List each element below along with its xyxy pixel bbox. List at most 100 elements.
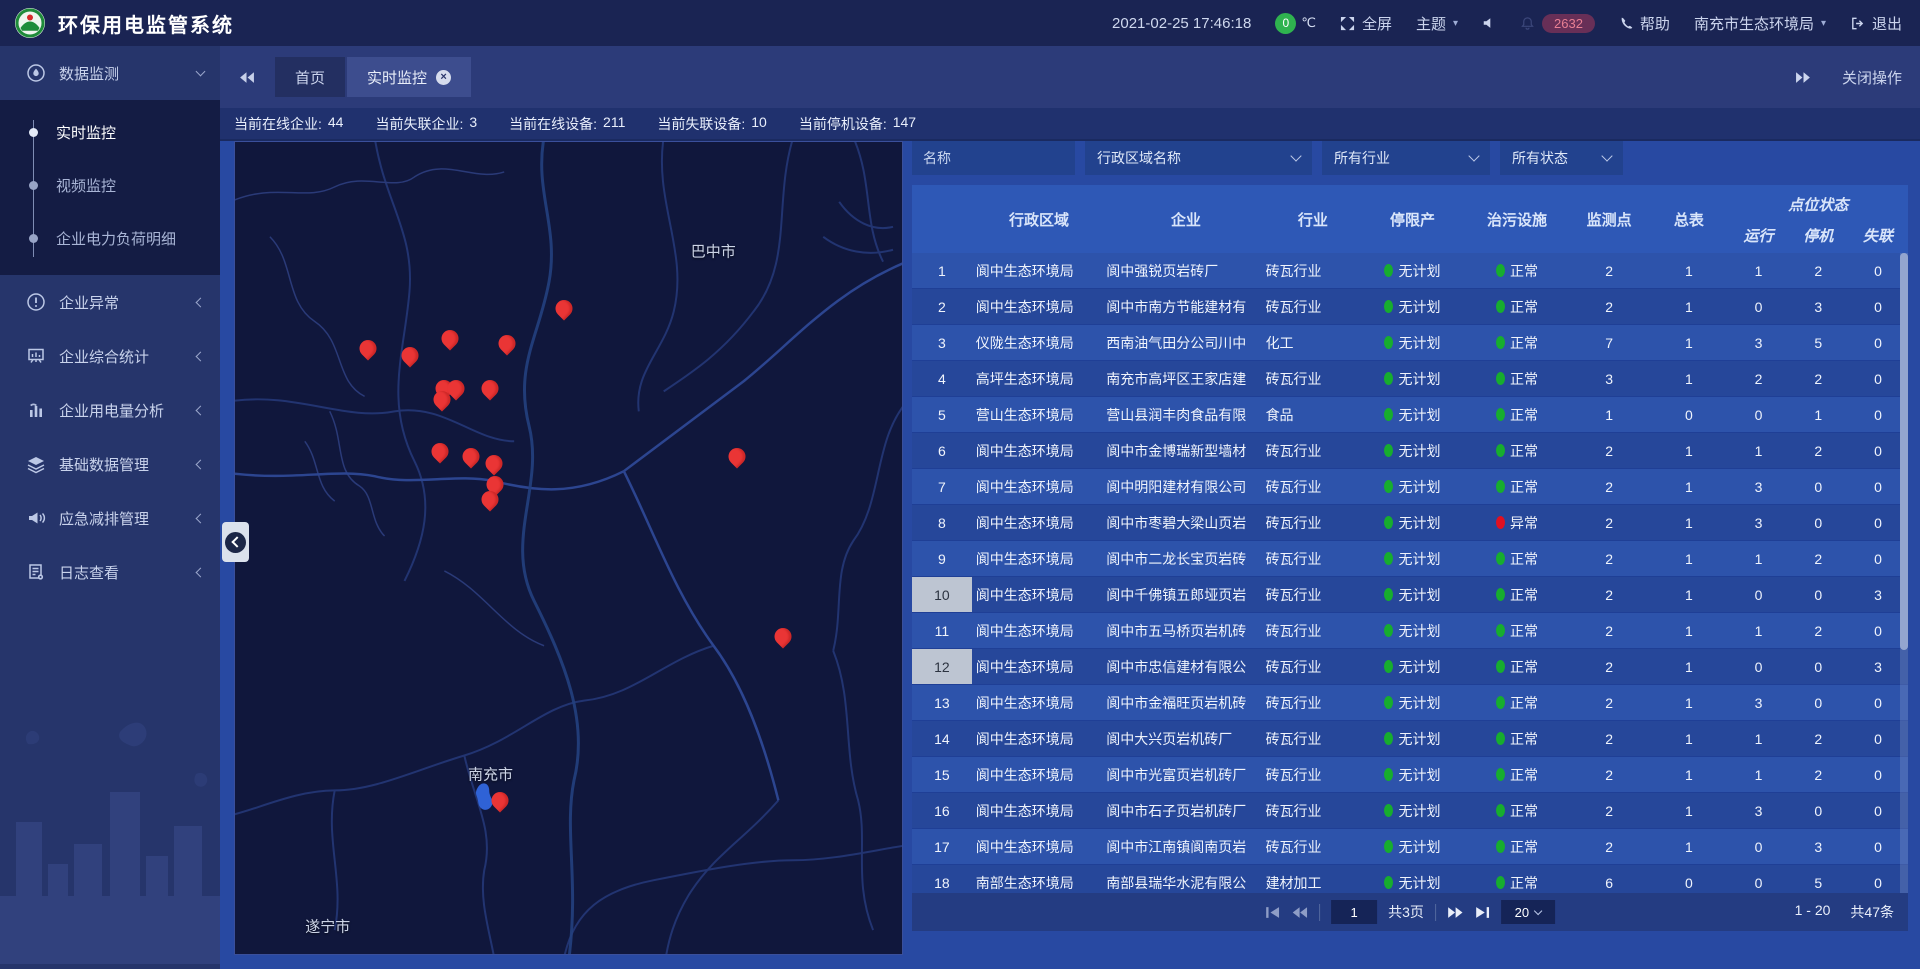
previous-page-button[interactable] (1291, 906, 1308, 919)
page-number-input[interactable]: 1 (1331, 900, 1377, 924)
logout-button[interactable]: 退出 (1850, 13, 1902, 34)
theme-dropdown[interactable]: 主题 ▾ (1416, 13, 1458, 34)
table-row[interactable]: 4高坪生态环境局南充市高坪区王家店建砖瓦行业无计划正常31220 (912, 361, 1908, 397)
cell-facility-status: 正常 (1465, 397, 1570, 432)
cell-stopped: 0 (1788, 685, 1848, 720)
cell-total-meters: 1 (1649, 685, 1729, 720)
cell-running: 0 (1729, 397, 1789, 432)
sidebar-item-emergency-reduction-management[interactable]: 应急减排管理 (0, 491, 220, 545)
cell-stopped: 0 (1788, 577, 1848, 612)
table-row[interactable]: 16阆中生态环境局阆中市石子页岩机砖厂砖瓦行业无计划正常21300 (912, 793, 1908, 829)
cell-monitor-points: 2 (1569, 649, 1649, 684)
map-panel[interactable]: 巴中市南充市遂宁市 (234, 141, 903, 955)
cell-facility-status: 异常 (1465, 505, 1570, 540)
table-row[interactable]: 2阆中生态环境局阆中市南方节能建材有砖瓦行业无计划正常21030 (912, 289, 1908, 325)
tab-scroll-left-button[interactable] (238, 71, 255, 84)
fullscreen-button[interactable]: 全屏 (1340, 13, 1392, 34)
cell-facility-status: 正常 (1465, 469, 1570, 504)
help-button[interactable]: 帮助 (1619, 13, 1670, 34)
next-page-button[interactable] (1447, 906, 1464, 919)
status-filter-select[interactable]: 所有状态 (1500, 141, 1623, 175)
cell-disconnected: 0 (1848, 397, 1908, 432)
notifications-button[interactable]: 2632 (1520, 14, 1595, 33)
cell-industry: 砖瓦行业 (1266, 613, 1361, 648)
table-row[interactable]: 3仪陇生态环境局西南油气田分公司川中化工无计划正常71350 (912, 325, 1908, 361)
cell-industry: 砖瓦行业 (1266, 757, 1361, 792)
chevron-down-icon (1468, 150, 1479, 161)
sidebar-item-log-view[interactable]: 日志查看 (0, 545, 220, 599)
cell-index: 16 (912, 793, 972, 828)
header-region[interactable]: 行政区域 (972, 185, 1106, 253)
table-row[interactable]: 6阆中生态环境局阆中市金博瑞新型墙材砖瓦行业无计划正常21120 (912, 433, 1908, 469)
cell-running: 0 (1729, 289, 1789, 324)
org-dropdown[interactable]: 南充市生态环境局 ▾ (1694, 13, 1826, 34)
table-row[interactable]: 11阆中生态环境局阆中市五马桥页岩机砖砖瓦行业无计划正常21120 (912, 613, 1908, 649)
sidebar-item-video-monitoring[interactable]: 视频监控 (0, 159, 220, 212)
table-row[interactable]: 14阆中生态环境局阆中大兴页岩机砖厂砖瓦行业无计划正常21120 (912, 721, 1908, 757)
cell-total-meters: 1 (1649, 613, 1729, 648)
header-production-limit[interactable]: 停限产 (1360, 185, 1465, 253)
sound-toggle-button[interactable] (1482, 16, 1496, 30)
tab-close-icon[interactable]: × (436, 70, 451, 85)
header-industry[interactable]: 行业 (1266, 185, 1361, 253)
chevron-down-icon: ▾ (1821, 18, 1826, 29)
cell-industry: 食品 (1266, 397, 1361, 432)
header-monitor-points[interactable]: 监测点 (1569, 185, 1649, 253)
region-filter-select[interactable]: 行政区域名称 (1085, 141, 1312, 175)
header-stopped[interactable]: 停机 (1788, 217, 1848, 253)
last-page-button[interactable] (1475, 906, 1490, 919)
close-actions-button[interactable]: 关闭操作 (1842, 67, 1902, 88)
page-size-select[interactable]: 20 (1501, 900, 1555, 924)
cell-total-meters: 1 (1649, 757, 1729, 792)
sidebar-item-basic-data-management[interactable]: 基础数据管理 (0, 437, 220, 491)
tab-home[interactable]: 首页 (275, 57, 345, 97)
sidebar-item-data-monitoring[interactable]: 数据监测 (0, 46, 220, 100)
scrollbar-thumb[interactable] (1900, 253, 1908, 650)
status-dot-icon (1384, 804, 1393, 817)
table-row[interactable]: 12阆中生态环境局阆中市忠信建材有限公砖瓦行业无计划正常21003 (912, 649, 1908, 685)
sidebar-item-enterprise-statistics[interactable]: 企业综合统计 (0, 329, 220, 383)
cell-running: 3 (1729, 685, 1789, 720)
status-dot-icon (1384, 552, 1393, 565)
cell-running: 0 (1729, 577, 1789, 612)
table-row[interactable]: 15阆中生态环境局阆中市光富页岩机砖厂砖瓦行业无计划正常21120 (912, 757, 1908, 793)
table-row[interactable]: 9阆中生态环境局阆中市二龙长宝页岩砖砖瓦行业无计划正常21120 (912, 541, 1908, 577)
industry-filter-select[interactable]: 所有行业 (1322, 141, 1490, 175)
status-dot-icon (1384, 876, 1393, 889)
first-page-button[interactable] (1265, 906, 1280, 919)
header-running[interactable]: 运行 (1729, 217, 1789, 253)
sidebar-item-enterprise-abnormal[interactable]: 企业异常 (0, 275, 220, 329)
table-scrollbar[interactable] (1900, 253, 1908, 893)
sidebar-item-enterprise-power-load-detail[interactable]: 企业电力负荷明细 (0, 212, 220, 265)
table-row[interactable]: 13阆中生态环境局阆中市金福旺页岩机砖砖瓦行业无计划正常21300 (912, 685, 1908, 721)
sidebar-item-realtime-monitoring[interactable]: 实时监控 (0, 106, 220, 159)
name-filter-input[interactable] (912, 141, 1075, 175)
help-label: 帮助 (1640, 13, 1670, 34)
table-row[interactable]: 18南部生态环境局南部县瑞华水泥有限公建材加工无计划正常60050 (912, 865, 1908, 893)
header-index (912, 185, 972, 253)
stats-board-icon (26, 346, 46, 366)
sidebar-item-enterprise-power-analysis[interactable]: 企业用电量分析 (0, 383, 220, 437)
header-total-meters[interactable]: 总表 (1649, 185, 1729, 253)
table-row[interactable]: 10阆中生态环境局阆中千佛镇五郎垭页岩砖瓦行业无计划正常21003 (912, 577, 1908, 613)
table-row[interactable]: 7阆中生态环境局阆中明阳建材有限公司砖瓦行业无计划正常21300 (912, 469, 1908, 505)
status-dot-icon (1496, 624, 1505, 637)
table-row[interactable]: 1阆中生态环境局阆中强锐页岩砖厂砖瓦行业无计划正常21120 (912, 253, 1908, 289)
stat-online-companies: 当前在线企业:44 (234, 114, 343, 134)
table-row[interactable]: 8阆中生态环境局阆中市枣碧大梁山页岩砖瓦行业无计划异常21300 (912, 505, 1908, 541)
header-company[interactable]: 企业 (1106, 185, 1265, 253)
tab-realtime-monitoring[interactable]: 实时监控× (347, 57, 471, 97)
phone-icon (1619, 16, 1633, 30)
tab-scroll-right-button[interactable] (1795, 71, 1812, 84)
stats-bar: 当前在线企业:44当前失联企业:3当前在线设备:211当前失联设备:10当前停机… (220, 108, 1920, 141)
cell-monitor-points: 2 (1569, 469, 1649, 504)
cell-running: 0 (1729, 649, 1789, 684)
cell-total-meters: 1 (1649, 253, 1729, 288)
table-row[interactable]: 17阆中生态环境局阆中市江南镇阆南页岩砖瓦行业无计划正常21030 (912, 829, 1908, 865)
header-disconnected[interactable]: 失联 (1848, 217, 1908, 253)
cell-region: 阆中生态环境局 (972, 253, 1106, 288)
map-collapse-button[interactable] (222, 522, 249, 562)
table-row[interactable]: 5营山生态环境局营山县润丰肉食品有限食品无计划正常10010 (912, 397, 1908, 433)
cell-region: 阆中生态环境局 (972, 613, 1106, 648)
header-pollution-facility[interactable]: 治污设施 (1465, 185, 1570, 253)
